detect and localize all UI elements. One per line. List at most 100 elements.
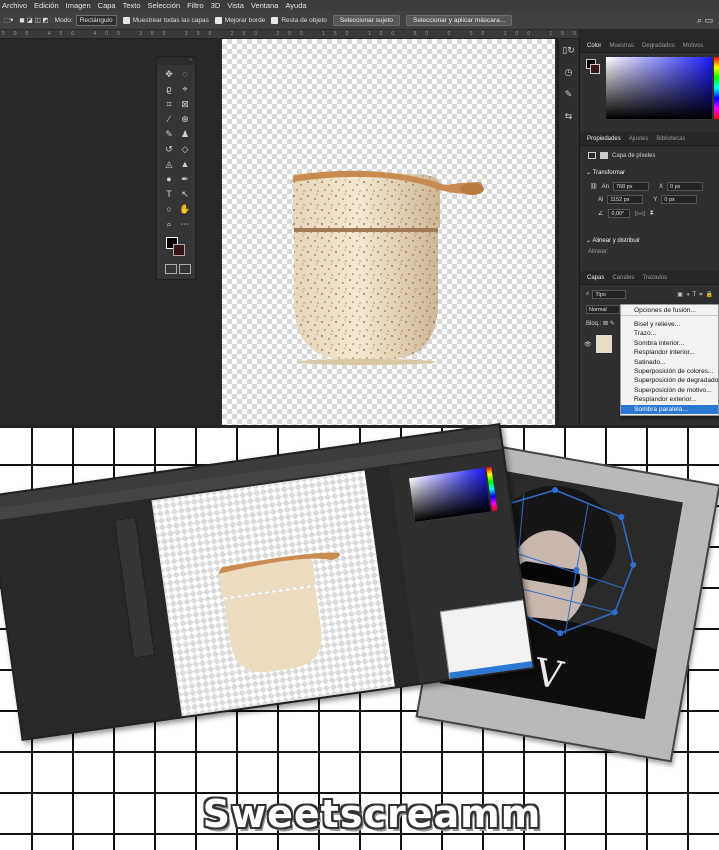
x-field[interactable]: 0 px bbox=[666, 182, 703, 191]
menu-5[interactable]: Selección bbox=[148, 1, 181, 10]
hue-slider[interactable] bbox=[714, 57, 719, 119]
watermark-text: Sweetscreamm bbox=[202, 792, 542, 836]
select-and-mask-button[interactable]: Seleccionar y aplicar máscara... bbox=[406, 14, 513, 26]
quick-mask-icon[interactable] bbox=[165, 264, 177, 274]
color-panel: Color Muestras Degradados Motivos bbox=[580, 39, 719, 131]
hand-tool-icon[interactable]: ✋ bbox=[177, 204, 193, 215]
flip-horizontal-icon[interactable]: ▷◁ bbox=[635, 210, 644, 217]
layer-row[interactable]: 👁 bbox=[584, 333, 618, 355]
menu-3[interactable]: Capa bbox=[98, 1, 116, 10]
frame-tool-icon[interactable]: ⊠ bbox=[177, 99, 193, 110]
menu-item-inner-shadow[interactable]: Sombra interior... bbox=[621, 339, 718, 348]
more-tools-icon[interactable]: ⋯ bbox=[177, 219, 193, 230]
menu-6[interactable]: Filtro bbox=[187, 1, 204, 10]
tab-channels[interactable]: Canales bbox=[612, 275, 634, 281]
tab-swatches[interactable]: Muestras bbox=[609, 43, 634, 49]
menu-2[interactable]: Imagen bbox=[66, 1, 91, 10]
move-tool-icon[interactable]: ✥ bbox=[161, 69, 177, 80]
mini-tools-panel bbox=[113, 516, 156, 659]
height-field[interactable]: 1152 px bbox=[607, 195, 644, 204]
stamp-tool-icon[interactable]: ♟ bbox=[177, 129, 193, 140]
properties-panel: Propiedades Ajustes Bibliotecas Capa de … bbox=[580, 132, 719, 264]
height-row: Al 1152 px Y 0 px bbox=[598, 195, 698, 204]
mode-select[interactable]: Rectángulo bbox=[75, 14, 117, 26]
menu-item-gradient-overlay[interactable]: Superposición de degradado... bbox=[621, 376, 719, 385]
eye-icon[interactable]: 👁 bbox=[584, 341, 592, 348]
layer-thumbnail bbox=[595, 335, 612, 353]
menu-item-pattern-overlay[interactable]: Superposición de motivo... bbox=[621, 386, 718, 395]
menu-item-outer-glow[interactable]: Resplandor exterior... bbox=[621, 395, 718, 404]
brush-tool-icon[interactable]: ✎ bbox=[161, 129, 177, 140]
lasso-tool-icon[interactable]: ϱ bbox=[161, 84, 177, 95]
search-icon[interactable]: ⌕ ▭ bbox=[697, 15, 719, 26]
background-color-swatch[interactable] bbox=[173, 244, 185, 256]
transform-section-title[interactable]: ⌄ Transformar bbox=[586, 169, 625, 176]
tab-paths[interactable]: Trazados bbox=[642, 275, 667, 281]
select-subject-button[interactable]: Seleccionar sujeto bbox=[332, 14, 400, 26]
enhance-edge-checkbox[interactable]: Mejorar borde bbox=[214, 16, 265, 24]
menu-7[interactable]: 3D bbox=[211, 1, 221, 10]
panel-grip-icon[interactable]: » bbox=[157, 57, 195, 65]
document-canvas[interactable] bbox=[222, 39, 555, 425]
menu-8[interactable]: Vista bbox=[227, 1, 244, 10]
blur-tool-icon[interactable]: ▲ bbox=[177, 159, 193, 170]
tab-libraries[interactable]: Bibliotecas bbox=[656, 136, 685, 142]
layer-filter-icons[interactable]: ▣◑T⌗🔒 bbox=[677, 291, 716, 299]
history-brush-icon[interactable]: ↺ bbox=[161, 144, 177, 155]
menu-4[interactable]: Texto bbox=[123, 1, 141, 10]
blending-options-item[interactable]: Opciones de fusión... bbox=[621, 305, 718, 316]
history-icon[interactable]: ▯↻ bbox=[562, 45, 576, 57]
object-subtract-checkbox[interactable]: Resta de objeto bbox=[271, 16, 327, 24]
tab-adjustments[interactable]: Ajustes bbox=[629, 136, 649, 142]
angle-field[interactable]: 0,00° bbox=[608, 209, 631, 218]
menu-item-inner-glow[interactable]: Resplandor interior... bbox=[621, 348, 718, 357]
link-icon[interactable]: ⛓ bbox=[590, 183, 598, 190]
properties-tabs: Propiedades Ajustes Bibliotecas bbox=[580, 132, 719, 146]
width-field[interactable]: 768 px bbox=[612, 182, 649, 191]
marquee-tool-icon[interactable]: ◌ bbox=[177, 69, 193, 80]
path-select-tool-icon[interactable]: ↖ bbox=[177, 189, 193, 200]
flip-vertical-icon[interactable]: ⧗ bbox=[650, 210, 654, 217]
mask-icon[interactable] bbox=[600, 152, 608, 159]
blend-mode-select[interactable]: Normal bbox=[586, 305, 620, 314]
menu-item-color-overlay[interactable]: Superposición de colores... bbox=[621, 367, 718, 376]
menu-item-satin[interactable]: Satinado... bbox=[621, 358, 718, 367]
crop-tool-icon[interactable]: ⌗ bbox=[161, 99, 177, 110]
selection-mode-icons[interactable]: ◼ ◪ ◫ ◩ bbox=[19, 16, 48, 24]
color-picker-field[interactable] bbox=[606, 57, 712, 119]
zoom-tool-icon[interactable]: ⌕ bbox=[161, 219, 177, 230]
bg-color-chip[interactable] bbox=[590, 64, 600, 74]
bucket-tool-icon[interactable]: ◬ bbox=[161, 159, 177, 170]
tab-properties[interactable]: Propiedades bbox=[587, 136, 621, 142]
menu-10[interactable]: Ayuda bbox=[285, 1, 306, 10]
align-section-title[interactable]: ⌄ Alinear y distribuir bbox=[586, 237, 640, 244]
y-field[interactable]: 0 px bbox=[661, 195, 698, 204]
sample-all-layers-checkbox[interactable]: Muestrear todas las capas bbox=[122, 16, 209, 24]
quick-selection-tool-icon[interactable]: ⌖ bbox=[177, 84, 193, 95]
brush-settings-icon[interactable]: ✎ bbox=[562, 89, 576, 101]
tab-layers[interactable]: Capas bbox=[587, 275, 604, 281]
layer-kind-select[interactable]: Tipo bbox=[592, 290, 627, 299]
tab-patterns[interactable]: Motivos bbox=[683, 43, 704, 49]
layer-filter-row: ⌕ Tipo ▣◑T⌗🔒 bbox=[586, 290, 716, 299]
quick-select-tool-icon[interactable]: ⬚▾ bbox=[4, 16, 13, 24]
mode-control[interactable]: Modo: Rectángulo bbox=[55, 14, 117, 26]
tab-color[interactable]: Color bbox=[587, 43, 601, 49]
menu-0[interactable]: Archivo bbox=[2, 1, 27, 10]
menu-9[interactable]: Ventana bbox=[251, 1, 279, 10]
menu-1[interactable]: Edición bbox=[34, 1, 59, 10]
tab-gradients[interactable]: Degradados bbox=[642, 43, 675, 49]
type-tool-icon[interactable]: T bbox=[161, 189, 177, 200]
screen-mode-icon[interactable] bbox=[179, 264, 191, 274]
pen-tool-icon[interactable]: ✒ bbox=[177, 174, 193, 185]
eraser-tool-icon[interactable]: ◇ bbox=[177, 144, 193, 155]
menu-item-bevel[interactable]: Bisel y relieve... bbox=[621, 320, 718, 329]
healing-tool-icon[interactable]: ⊕ bbox=[177, 114, 193, 125]
menu-item-drop-shadow[interactable]: Sombra paralela... bbox=[621, 404, 718, 414]
adjust-sliders-icon[interactable]: ⇆ bbox=[562, 111, 576, 123]
dodge-tool-icon[interactable]: ● bbox=[161, 174, 177, 185]
eyedropper-tool-icon[interactable]: ⁄ bbox=[161, 114, 177, 125]
menu-item-stroke[interactable]: Trazo... bbox=[621, 329, 718, 338]
actions-icon[interactable]: ◷ bbox=[562, 67, 576, 79]
shape-tool-icon[interactable]: ○ bbox=[161, 204, 177, 215]
